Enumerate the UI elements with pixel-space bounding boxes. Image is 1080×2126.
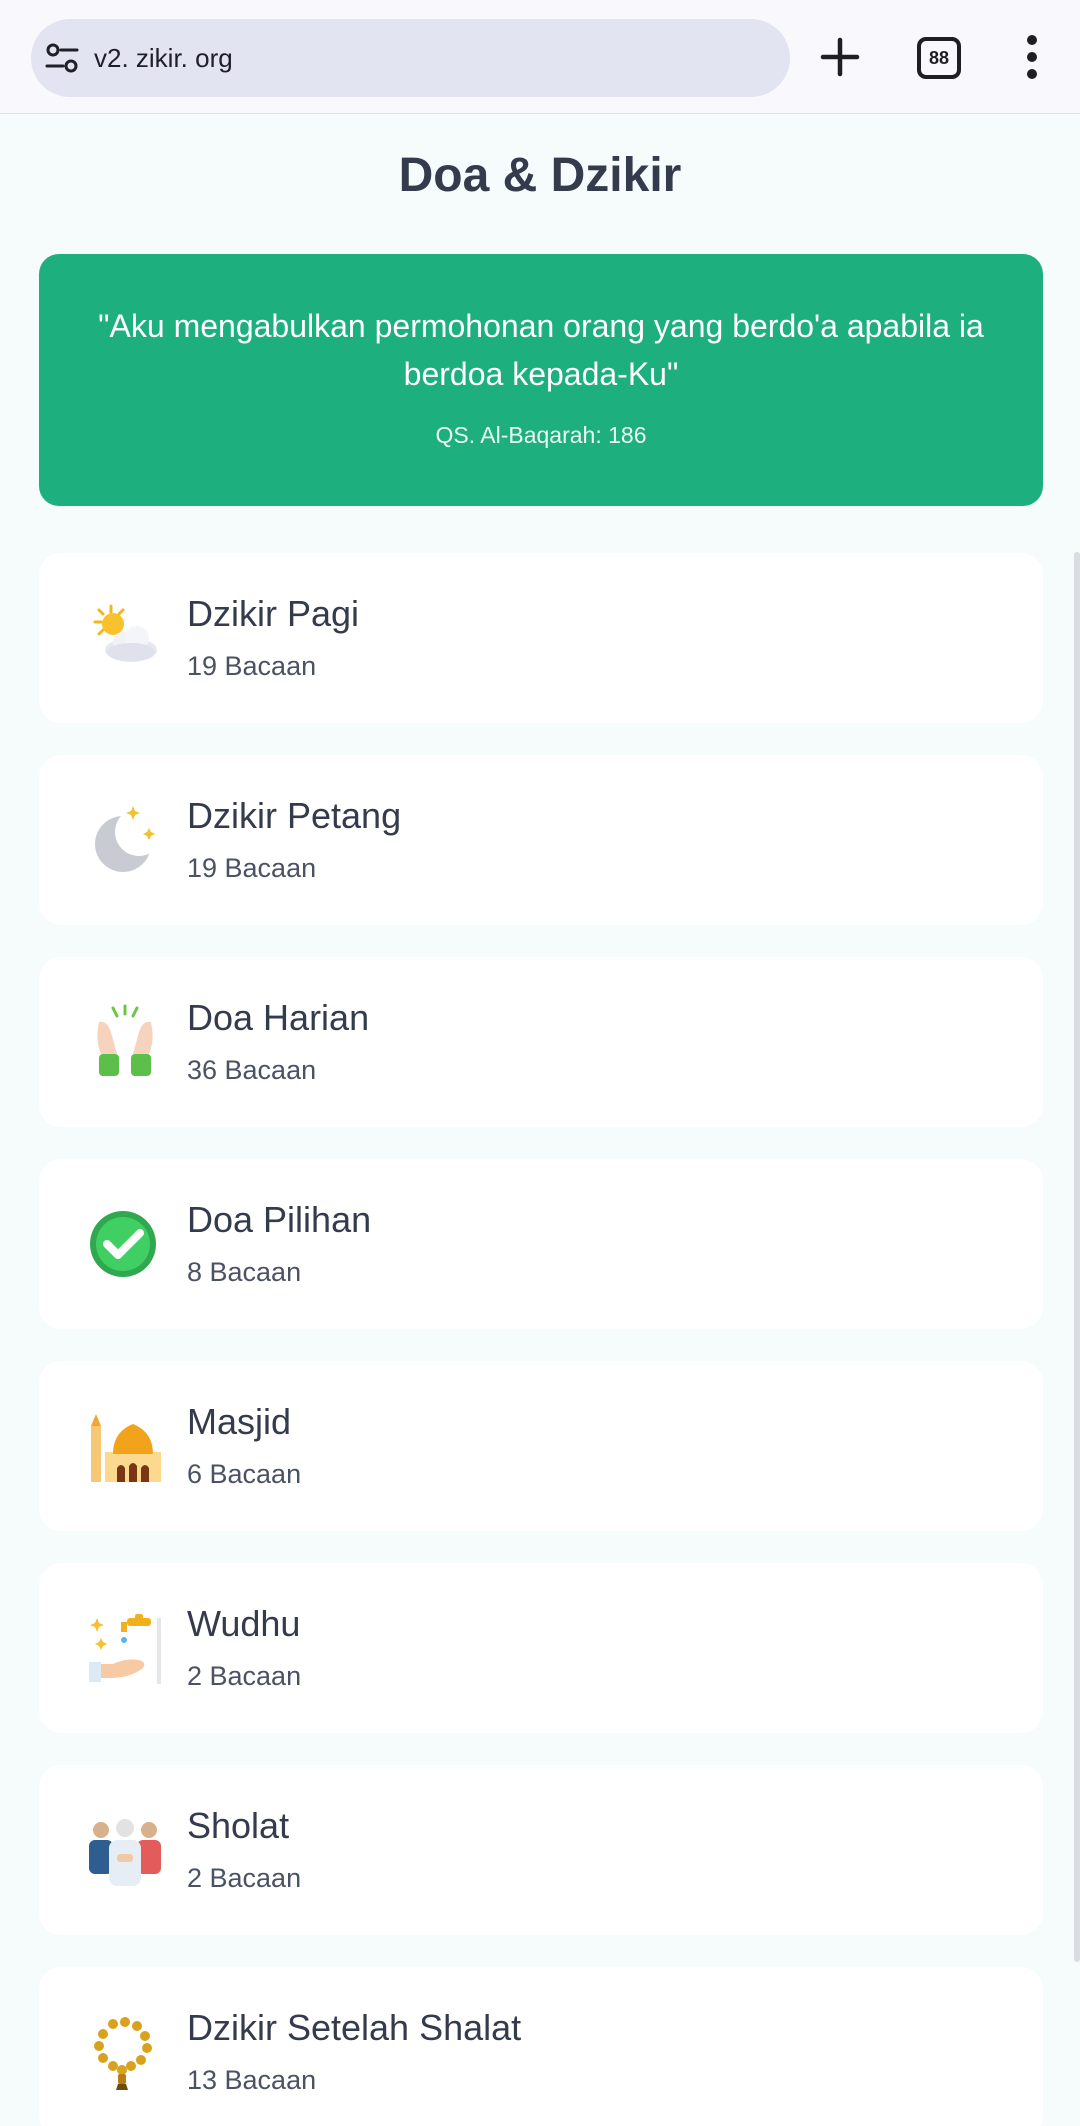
item-title: Wudhu <box>187 1603 301 1644</box>
list-item-doa-harian[interactable]: Doa Harian 36 Bacaan <box>39 957 1043 1127</box>
list-item-dzikir-petang[interactable]: Dzikir Petang 19 Bacaan <box>39 755 1043 925</box>
sun-behind-cloud-icon <box>87 600 163 676</box>
item-title: Masjid <box>187 1401 292 1442</box>
new-tab-plus-icon[interactable] <box>818 30 862 84</box>
browser-toolbar: v2. zikir. org 88 <box>0 0 1080 114</box>
address-bar[interactable]: v2. zikir. org <box>31 19 790 97</box>
item-count: 36 Bacaan <box>187 1055 317 1085</box>
item-count: 13 Bacaan <box>187 2065 317 2095</box>
quote-reference: QS. Al-Baqarah: 186 <box>435 422 647 448</box>
item-title: Sholat <box>187 1805 290 1846</box>
prayer-beads-icon <box>87 2014 163 2090</box>
item-title: Doa Harian <box>187 997 370 1038</box>
item-count: 2 Bacaan <box>187 1863 302 1893</box>
list-item-wudhu[interactable]: Wudhu 2 Bacaan <box>39 1563 1043 1733</box>
item-count: 19 Bacaan <box>187 853 317 883</box>
quote-card: "Aku mengabulkan permohonan orang yang b… <box>39 254 1043 506</box>
item-count: 6 Bacaan <box>187 1459 302 1489</box>
tab-count: 88 <box>917 37 961 79</box>
item-title: Dzikir Petang <box>187 795 402 836</box>
list-item-dzikir-setelah-shalat[interactable]: Dzikir Setelah Shalat 13 Bacaan <box>39 1967 1043 2126</box>
page-title: Doa & Dzikir <box>398 149 682 202</box>
url-text[interactable]: v2. zikir. org <box>94 19 233 97</box>
item-count: 19 Bacaan <box>187 651 317 681</box>
item-title: Dzikir Pagi <box>187 593 360 634</box>
item-count: 2 Bacaan <box>187 1661 302 1691</box>
more-menu-icon[interactable] <box>1022 34 1042 80</box>
page-scrollbar[interactable] <box>1074 552 1080 1962</box>
item-title: Dzikir Setelah Shalat <box>187 2007 522 2048</box>
people-praying-icon <box>87 1812 163 1888</box>
praying-hands-icon <box>87 1004 163 1080</box>
list-item-doa-pilihan[interactable]: Doa Pilihan 8 Bacaan <box>39 1159 1043 1329</box>
site-settings-icon[interactable] <box>45 42 79 74</box>
quote-text: "Aku mengabulkan permohonan orang yang b… <box>98 308 984 392</box>
crescent-moon-icon <box>87 802 163 878</box>
check-mark-icon <box>87 1206 163 1282</box>
list-item-dzikir-pagi[interactable]: Dzikir Pagi 19 Bacaan <box>39 553 1043 723</box>
faucet-hand-icon <box>87 1610 163 1686</box>
item-title: Doa Pilihan <box>187 1199 372 1240</box>
list-item-masjid[interactable]: Masjid 6 Bacaan <box>39 1361 1043 1531</box>
item-count: 8 Bacaan <box>187 1257 302 1287</box>
list-item-sholat[interactable]: Sholat 2 Bacaan <box>39 1765 1043 1935</box>
mosque-icon <box>87 1408 163 1484</box>
tab-switcher-button[interactable]: 88 <box>917 37 961 79</box>
